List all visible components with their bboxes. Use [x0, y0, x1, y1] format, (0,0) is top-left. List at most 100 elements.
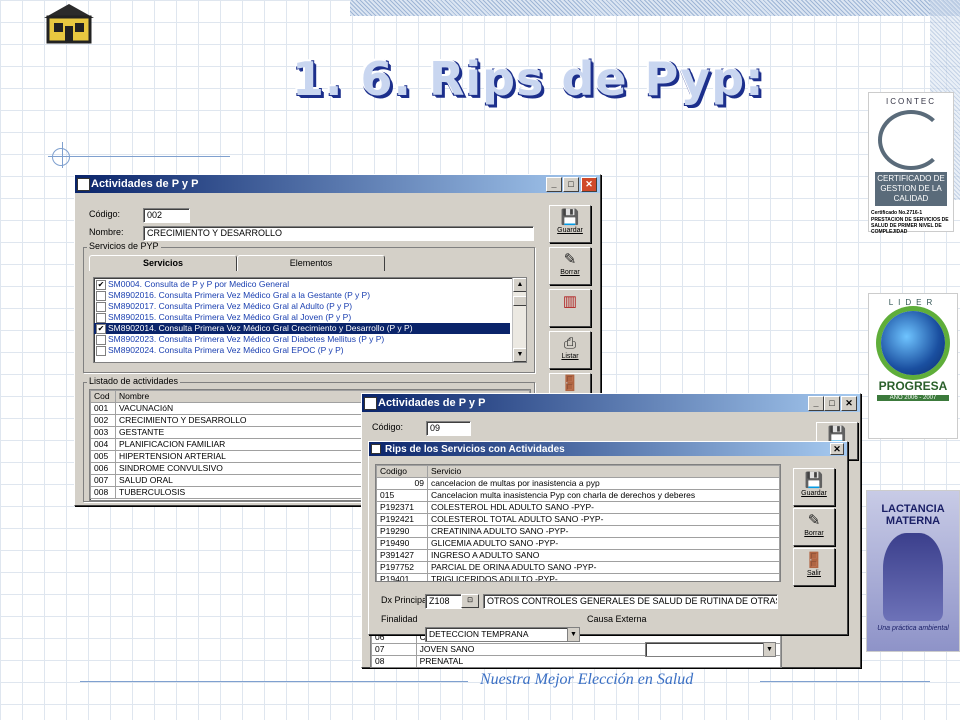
- activity-row-cod: 006: [90, 462, 116, 475]
- bar-chart-icon: ▥: [562, 293, 578, 310]
- rips-row-codigo: P197752: [376, 561, 428, 574]
- dx-code-field[interactable]: Z108: [425, 594, 462, 609]
- codigo-field[interactable]: 09: [426, 421, 471, 436]
- col-cod-header[interactable]: Cod: [90, 390, 116, 403]
- rips-row[interactable]: P19490 GLICEMIA ADULTO SANO -PYP-: [376, 537, 780, 550]
- service-label: SM8902024. Consulta Primera Vez Médico G…: [108, 345, 344, 355]
- rips-row[interactable]: 015 Cancelacion multa inasistencia Pyp co…: [376, 489, 780, 502]
- services-checklist[interactable]: ✔ SM0004. Consulta de P y P por Medico Ge…: [93, 277, 527, 363]
- house-icon[interactable]: [40, 2, 98, 44]
- minimize-button[interactable]: _: [808, 396, 824, 411]
- service-checkbox[interactable]: [96, 291, 106, 301]
- service-checkbox[interactable]: ✔: [96, 324, 106, 334]
- maximize-button[interactable]: □: [563, 177, 579, 192]
- rips-grid[interactable]: Codigo Servicio 09 cancelacion de multas …: [375, 464, 781, 582]
- window-titlebar[interactable]: Actividades de P y P _ □ ✕: [362, 394, 860, 412]
- service-row[interactable]: ✔ SM0004. Consulta de P y P por Medico Ge…: [94, 279, 510, 290]
- borrar-label: Borrar: [804, 530, 824, 537]
- chevron-down-icon[interactable]: ▼: [763, 643, 775, 656]
- rips-row-servicio: cancelacion de multas por inasistencia a…: [427, 477, 780, 490]
- rips-row-codigo: P19490: [376, 537, 428, 550]
- lider-main-text: PROGRESA: [878, 379, 948, 393]
- footer-tagline: Nuestra Mejor Elección en Salud: [480, 671, 694, 688]
- activity-row-cod: 004: [90, 438, 116, 451]
- rips-row[interactable]: P19290 CREATININA ADULTO SANO -PYP-: [376, 525, 780, 538]
- deco-hline: [48, 156, 230, 157]
- activity-row-cod: 008: [90, 486, 116, 499]
- chevron-down-icon[interactable]: ▼: [567, 628, 579, 641]
- window-titlebar[interactable]: Actividades de P y P _ □ ✕: [75, 175, 600, 193]
- service-checkbox[interactable]: [96, 313, 106, 323]
- rips-row[interactable]: P192371 COLESTEROL HDL ADULTO SANO -PYP-: [376, 501, 780, 514]
- service-row[interactable]: SM8902015. Consulta Primera Vez Médico G…: [94, 312, 510, 323]
- finalidad-select[interactable]: DETECCION TEMPRANA ▼: [425, 627, 580, 642]
- activity-row-nombre: PRENATAL: [415, 655, 781, 667]
- floppy-icon: 💾: [560, 209, 580, 226]
- guardar-button[interactable]: 💾 Guardar: [793, 468, 835, 506]
- service-label: SM8902014. Consulta Primera Vez Médico G…: [108, 323, 413, 333]
- salir-button[interactable]: 🚪: [549, 373, 591, 395]
- service-row[interactable]: SM8902024. Consulta Primera Vez Médico G…: [94, 345, 510, 356]
- borrar-button[interactable]: ✎ Borrar: [549, 247, 591, 285]
- guardar-label: Guardar: [557, 227, 583, 234]
- close-button[interactable]: ✕: [841, 396, 857, 411]
- salir-button[interactable]: 🚪 Salir: [793, 548, 835, 586]
- activity-row-cod: 003: [90, 426, 116, 439]
- nombre-label: Nombre:: [89, 227, 124, 237]
- lider-top-text: LIDER: [888, 298, 938, 307]
- service-label: SM8902017. Consulta Primera Vez Médico G…: [108, 301, 353, 311]
- close-button[interactable]: ✕: [830, 443, 844, 455]
- lactancia-materna-logo: LACTANCIA MATERNA Una práctica ambiental: [866, 490, 960, 652]
- exit-door-icon: 🚪: [560, 375, 580, 392]
- service-row[interactable]: SM8902016. Consulta Primera Vez Médico G…: [94, 290, 510, 301]
- finalidad-label: Finalidad: [381, 614, 418, 624]
- col-codigo-header[interactable]: Codigo: [376, 465, 428, 478]
- activity-row[interactable]: 09ADULTO SANO: [372, 668, 781, 669]
- service-row[interactable]: SM8902023. Consulta Primera Vez Médico G…: [94, 334, 510, 345]
- rips-row[interactable]: P192421 COLESTEROL TOTAL ADULTO SANO -PYP…: [376, 513, 780, 526]
- guardar-label: Guardar: [801, 490, 827, 497]
- service-label: SM8902023. Consulta Primera Vez Médico G…: [108, 334, 385, 344]
- scroll-thumb[interactable]: [513, 296, 526, 306]
- close-button[interactable]: ✕: [581, 177, 597, 192]
- dialog-titlebar[interactable]: Rips de los Servicios con Actividades ✕: [369, 442, 847, 456]
- report-button[interactable]: ▥: [549, 289, 591, 327]
- finalidad-value: DETECCION TEMPRANA: [429, 629, 529, 639]
- rips-row[interactable]: P391427 INGRESO A ADULTO SANO: [376, 549, 780, 562]
- activity-row-nombre: ADULTO SANO: [416, 668, 780, 669]
- rips-row[interactable]: P197752 PARCIAL DE ORINA ADULTO SANO -PYP…: [376, 561, 780, 574]
- rips-row[interactable]: P19401 TRIGLICERIDOS ADULTO -PYP-: [376, 573, 780, 581]
- icontec-logo: ICONTEC CERTIFICADO DE GESTION DE LA CAL…: [868, 92, 954, 235]
- activity-row-cod: 002: [90, 414, 116, 427]
- service-checkbox[interactable]: [96, 346, 106, 356]
- service-checkbox[interactable]: [96, 335, 106, 345]
- globe-icon: [881, 311, 945, 375]
- printer-icon: ⎙: [563, 335, 576, 352]
- scroll-down-button[interactable]: ▼: [513, 348, 526, 362]
- activity-row[interactable]: 08 PRENATAL: [371, 655, 781, 667]
- nombre-field[interactable]: CRECIMIENTO Y DESARROLLO: [143, 226, 534, 241]
- listar-button[interactable]: ⎙ Listar: [549, 331, 591, 369]
- col-servicio-header[interactable]: Servicio: [427, 465, 780, 478]
- rips-row[interactable]: 09 cancelacion de multas por inasistencia…: [376, 477, 780, 490]
- service-label: SM0004. Consulta de P y P por Medico Gen…: [108, 279, 290, 289]
- borrar-button[interactable]: ✎ Borrar: [793, 508, 835, 546]
- service-row[interactable]: ✔ SM8902014. Consulta Primera Vez Médico …: [94, 323, 510, 334]
- tab-elementos[interactable]: Elementos: [237, 255, 385, 271]
- dialog-title: Rips de los Servicios con Actividades: [385, 443, 565, 455]
- dx-description-field[interactable]: OTROS CONTROLES GENERALES DE SALUD DE RU…: [483, 594, 778, 609]
- tab-elementos-label: Elementos: [289, 258, 333, 268]
- codigo-field[interactable]: 002: [143, 208, 190, 223]
- service-checkbox[interactable]: [96, 302, 106, 312]
- services-scrollbar[interactable]: ▲ ▼: [512, 278, 526, 362]
- maximize-button[interactable]: □: [824, 396, 840, 411]
- service-checkbox[interactable]: ✔: [96, 280, 106, 290]
- guardar-button[interactable]: 💾 Guardar: [549, 205, 591, 243]
- scroll-up-button[interactable]: ▲: [513, 278, 526, 292]
- icontec-cert-text: Certificado No.2716-1: [871, 210, 923, 216]
- dx-lookup-button[interactable]: ⊡: [461, 594, 479, 608]
- causa-externa-select[interactable]: ▼: [645, 642, 776, 657]
- minimize-button[interactable]: _: [546, 177, 562, 192]
- service-row[interactable]: SM8902017. Consulta Primera Vez Médico G…: [94, 301, 510, 312]
- tab-servicios[interactable]: Servicios: [89, 255, 237, 271]
